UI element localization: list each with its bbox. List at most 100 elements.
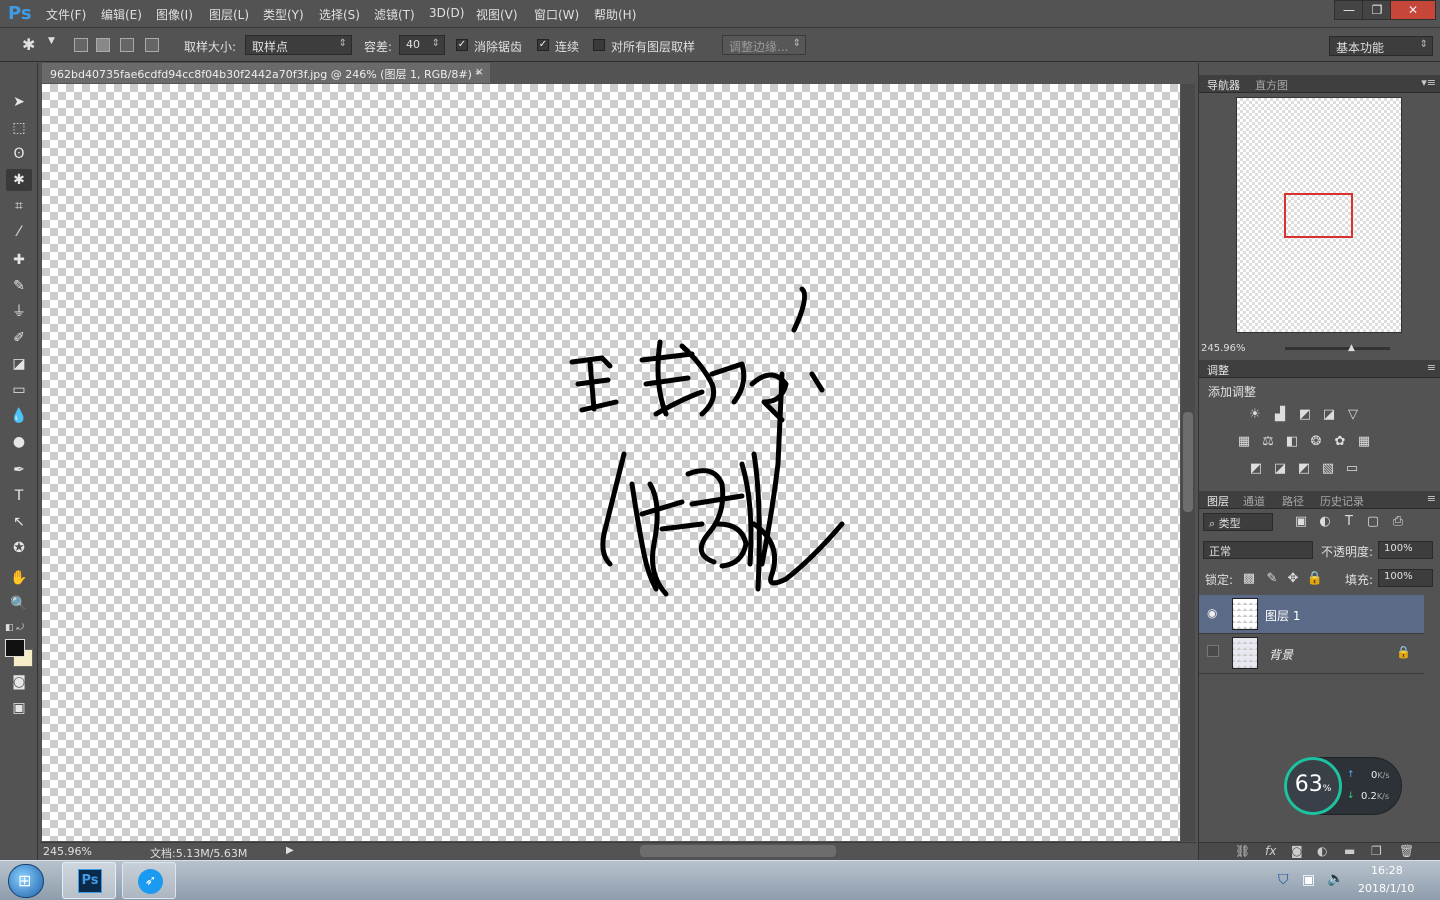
healing-brush-tool-icon[interactable]: ✚ [6,249,32,271]
add-selection-icon[interactable] [96,38,110,52]
lock-position-icon[interactable]: ✥ [1284,571,1302,587]
workspace-select[interactable]: 基本功能 [1329,36,1433,56]
color-balance-icon[interactable]: ⚖ [1259,434,1277,450]
eye-icon[interactable]: ◉ [1207,606,1217,620]
vibrance-icon[interactable]: ▽ [1344,407,1362,423]
move-tool-icon[interactable]: ➤ [6,91,32,113]
curves-icon[interactable]: ◩ [1296,407,1314,423]
menu-view[interactable]: 视图(V) [476,6,518,23]
tab-history[interactable]: 历史记录 [1320,493,1364,509]
clock-time[interactable]: 16:28 [1371,864,1403,877]
horizontal-scroll-thumb[interactable] [640,845,836,857]
lasso-tool-icon[interactable]: ʘ [6,143,32,165]
navigator-view-box[interactable] [1284,193,1353,238]
color-lookup-icon[interactable]: ▦ [1355,434,1373,450]
path-selection-tool-icon[interactable]: ↖ [6,511,32,533]
antialias-checkbox[interactable]: ✓ [456,39,468,51]
vertical-scroll-thumb[interactable] [1183,412,1193,512]
tab-layers[interactable]: 图层 [1207,493,1229,509]
levels-icon[interactable]: ▟ [1271,407,1289,423]
opacity-input[interactable]: 100% [1378,541,1433,559]
hand-tool-icon[interactable]: ✋ [6,567,32,589]
quick-mask-icon[interactable]: ◙ [6,671,32,693]
shield-icon[interactable]: ⛉ [1278,872,1289,888]
all-layers-checkbox[interactable] [593,39,605,51]
posterize-icon[interactable]: ◪ [1271,461,1289,477]
menu-help[interactable]: 帮助(H) [594,6,636,23]
blend-mode-select[interactable]: 正常 [1203,541,1313,559]
layer-name[interactable]: 背景 [1269,646,1293,663]
menu-3d[interactable]: 3D(D) [429,6,464,20]
dodge-tool-icon[interactable]: ● [6,431,32,453]
delete-layer-icon[interactable]: 🗑 [1399,844,1414,858]
foreground-color-swatch[interactable] [5,639,25,657]
magic-wand-tool-icon[interactable]: ✱ [6,169,32,191]
document-tab[interactable]: 962bd40735fae6cdfd94cc8f04b30f2442a70f3f… [42,63,490,83]
panel-menu-icon[interactable]: ≡ [1427,492,1436,505]
navigator-slider-handle-icon[interactable]: ▲ [1348,343,1355,353]
menu-window[interactable]: 窗口(W) [534,6,579,23]
adjustment-layer-icon[interactable]: ◐ [1317,844,1327,858]
pen-tool-icon[interactable]: ✒ [6,459,32,481]
filter-smart-object-icon[interactable]: ⎙ [1389,514,1407,530]
layer-row[interactable]: ◉ 图层 1 [1199,595,1424,633]
navigator-zoom-slider[interactable] [1285,347,1390,350]
black-white-icon[interactable]: ◧ [1283,434,1301,450]
crop-tool-icon[interactable]: ⌗ [6,195,32,217]
magic-wand-preset-icon[interactable]: ✱ [22,35,35,54]
gradient-map-icon[interactable]: ▭ [1343,461,1361,477]
intersect-selection-icon[interactable] [145,38,159,52]
filter-pixel-icon[interactable]: ▣ [1292,514,1310,530]
new-group-icon[interactable]: ▬ [1344,844,1355,858]
hue-saturation-icon[interactable]: ▦ [1235,434,1253,450]
brightness-icon[interactable]: ☀ [1246,407,1264,423]
close-tab-icon[interactable]: × [475,65,484,78]
link-layers-icon[interactable]: ⛓ [1235,844,1250,858]
menu-type[interactable]: 类型(Y) [263,6,304,23]
marquee-tool-icon[interactable]: ⬚ [6,117,32,139]
tab-channels[interactable]: 通道 [1243,493,1265,509]
screen-mode-icon[interactable]: ▣ [6,697,32,719]
exposure-icon[interactable]: ◪ [1320,407,1338,423]
history-brush-tool-icon[interactable]: ✐ [6,327,32,349]
add-mask-icon[interactable]: ◙ [1291,844,1303,858]
tab-paths[interactable]: 路径 [1282,493,1304,509]
sample-size-select[interactable]: 取样点 [245,35,352,55]
layer-style-icon[interactable]: fx [1265,844,1276,858]
channel-mixer-icon[interactable]: ✿ [1331,434,1349,450]
menu-file[interactable]: 文件(F) [46,6,86,23]
filter-type-icon[interactable]: T [1340,514,1358,530]
eraser-tool-icon[interactable]: ◪ [6,353,32,375]
memory-usage-gauge[interactable]: 63% [1284,757,1342,815]
lock-pixels-icon[interactable]: ✎ [1263,571,1281,587]
lock-transparent-icon[interactable]: ▩ [1240,571,1258,587]
zoom-tool-icon[interactable]: 🔍 [6,593,32,615]
panel-menu-icon[interactable]: ▾≡ [1421,76,1436,89]
menu-edit[interactable]: 编辑(E) [101,6,142,23]
eyedropper-tool-icon[interactable]: ⁄ [6,221,32,243]
subtract-selection-icon[interactable] [120,38,134,52]
network-icon[interactable]: ▣ [1302,872,1315,888]
invert-icon[interactable]: ◩ [1247,461,1265,477]
zoom-level[interactable]: 245.96% [43,845,92,858]
filter-adjustment-icon[interactable]: ◐ [1316,514,1334,530]
lock-all-icon[interactable]: 🔒 [1306,571,1324,587]
new-layer-icon[interactable]: ❐ [1371,844,1382,858]
new-selection-icon[interactable] [74,38,88,52]
tab-adjustments[interactable]: 调整 [1207,362,1229,378]
default-colors-icon[interactable]: ◧ ⤾ [5,623,24,633]
menu-image[interactable]: 图像(I) [156,6,193,23]
visibility-toggle[interactable] [1207,645,1219,657]
menu-select[interactable]: 选择(S) [319,6,360,23]
clock-date[interactable]: 2018/1/10 [1358,882,1414,895]
contiguous-checkbox[interactable]: ✓ [537,39,549,51]
photo-filter-icon[interactable]: ❂ [1307,434,1325,450]
filter-shape-icon[interactable]: ▢ [1364,514,1382,530]
brush-tool-icon[interactable]: ✎ [6,275,32,297]
close-window-button[interactable]: ✕ [1390,0,1436,20]
blur-tool-icon[interactable]: 💧 [6,405,32,427]
tab-histogram[interactable]: 直方图 [1255,77,1288,93]
layer-name[interactable]: 图层 1 [1265,607,1300,624]
taskbar-browser[interactable]: ➶ [122,862,176,899]
clone-stamp-tool-icon[interactable]: ⏚ [6,301,32,323]
